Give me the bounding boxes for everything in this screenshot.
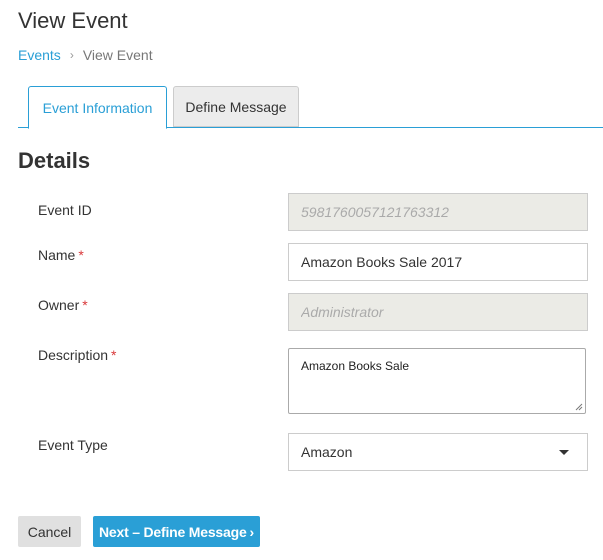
required-indicator: *: [111, 347, 117, 363]
tab-event-information[interactable]: Event Information: [28, 86, 167, 129]
name-label-text: Name: [38, 247, 76, 263]
event-id-input: [301, 204, 575, 220]
name-field[interactable]: [288, 243, 588, 281]
chevron-right-icon: ›: [249, 523, 255, 540]
event-id-field: [288, 193, 588, 231]
page-title: View Event: [18, 8, 128, 33]
event-type-label: Event Type: [38, 437, 108, 453]
owner-label-text: Owner: [38, 297, 80, 313]
event-type-select[interactable]: Amazon: [288, 433, 588, 471]
breadcrumb-link-events[interactable]: Events: [18, 47, 61, 63]
breadcrumb-separator-icon: ›: [69, 48, 74, 62]
event-type-label-text: Event Type: [38, 437, 108, 453]
caret-down-icon: [559, 449, 569, 455]
event-id-label: Event ID: [38, 202, 92, 218]
description-field[interactable]: Amazon Books Sale: [288, 348, 586, 414]
description-label: Description *: [38, 347, 116, 363]
next-button-label: Next – Define Message: [99, 523, 247, 540]
owner-input: [301, 304, 575, 320]
name-label: Name *: [38, 247, 84, 263]
description-textarea[interactable]: Amazon Books Sale: [289, 349, 585, 413]
cancel-button[interactable]: Cancel: [18, 516, 81, 547]
required-indicator: *: [82, 297, 88, 313]
event-id-label-text: Event ID: [38, 202, 92, 218]
tab-bar: Event Information Define Message: [18, 86, 603, 129]
resize-grip-icon[interactable]: [575, 403, 583, 411]
event-type-selected-value: Amazon: [301, 444, 353, 460]
section-title: Details: [18, 148, 91, 173]
owner-field: [288, 293, 588, 331]
tab-define-message[interactable]: Define Message: [173, 86, 299, 127]
next-define-message-button[interactable]: Next – Define Message ›: [93, 516, 260, 547]
breadcrumb: Events › View Event: [18, 47, 153, 63]
required-indicator: *: [78, 247, 84, 263]
breadcrumb-current: View Event: [82, 47, 153, 63]
description-label-text: Description: [38, 347, 109, 363]
owner-label: Owner *: [38, 297, 88, 313]
name-input[interactable]: [301, 254, 575, 270]
